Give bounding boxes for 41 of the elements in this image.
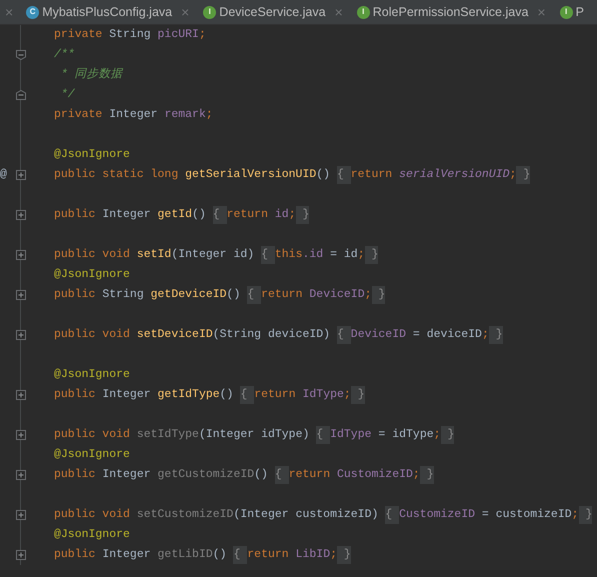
- expand-icon[interactable]: [16, 550, 26, 560]
- code-line: * 同步数据: [60, 66, 124, 83]
- expand-icon[interactable]: [16, 430, 26, 440]
- code-line: @JsonIgnore: [54, 367, 131, 383]
- code-line: public void setDeviceID(String deviceID) { DeviceID = deviceID; }: [54, 325, 592, 345]
- expand-icon[interactable]: [16, 170, 26, 180]
- code-line: public String getDeviceID() { return DeviceID; }: [54, 285, 592, 305]
- code-line: public void setCustomizeID(Integer customizeID) { CustomizeID = customizeID; }: [54, 505, 592, 525]
- code-line: private Integer remark;: [54, 107, 214, 123]
- code-line: private String picURI;: [54, 27, 207, 43]
- code-line: @JsonIgnore: [54, 447, 131, 463]
- code-line: @JsonIgnore: [54, 147, 131, 163]
- class-icon: C: [26, 6, 40, 18]
- code-line: @JsonIgnore: [54, 527, 131, 543]
- code-line: /**: [54, 47, 76, 63]
- expand-icon[interactable]: [16, 290, 26, 300]
- interface-icon: I: [356, 6, 370, 18]
- interface-icon: I: [560, 6, 573, 18]
- code-line: public Integer getId() { return id; }: [54, 205, 592, 225]
- code-line: public void setId(Integer id) { this.id = id; }: [54, 245, 592, 265]
- code-line: public static long getSerialVersionUID() { return serialVersionUID; }: [54, 165, 592, 185]
- tab-label[interactable]: DeviceService.java: [219, 2, 326, 22]
- expand-icon[interactable]: [16, 330, 26, 340]
- interface-icon: I: [203, 6, 216, 18]
- tab-label[interactable]: P: [576, 2, 584, 22]
- expand-icon[interactable]: [16, 510, 26, 520]
- tab-label[interactable]: MybatisPlusConfig.java: [42, 2, 172, 22]
- collapse-icon[interactable]: [16, 90, 26, 100]
- code-line: */: [60, 87, 76, 103]
- expand-icon[interactable]: [16, 210, 26, 220]
- code-line: public Integer getLibID() { return LibID; }: [54, 545, 592, 565]
- collapse-icon[interactable]: [16, 50, 26, 60]
- expand-icon[interactable]: [16, 390, 26, 400]
- expand-icon[interactable]: [16, 470, 26, 480]
- code-line: public Integer getCustomizeID() { return CustomizeID; }: [54, 465, 592, 485]
- code-line: @JsonIgnore: [54, 267, 131, 283]
- override-mark: @: [0, 167, 7, 184]
- code-line: public void setIdType(Integer idType) { IdType = idType; }: [54, 425, 592, 445]
- expand-icon[interactable]: [16, 250, 26, 260]
- code-line: public Integer getIdType() { return IdType; }: [54, 385, 592, 405]
- tab-label[interactable]: RolePermissionService.java: [372, 2, 528, 22]
